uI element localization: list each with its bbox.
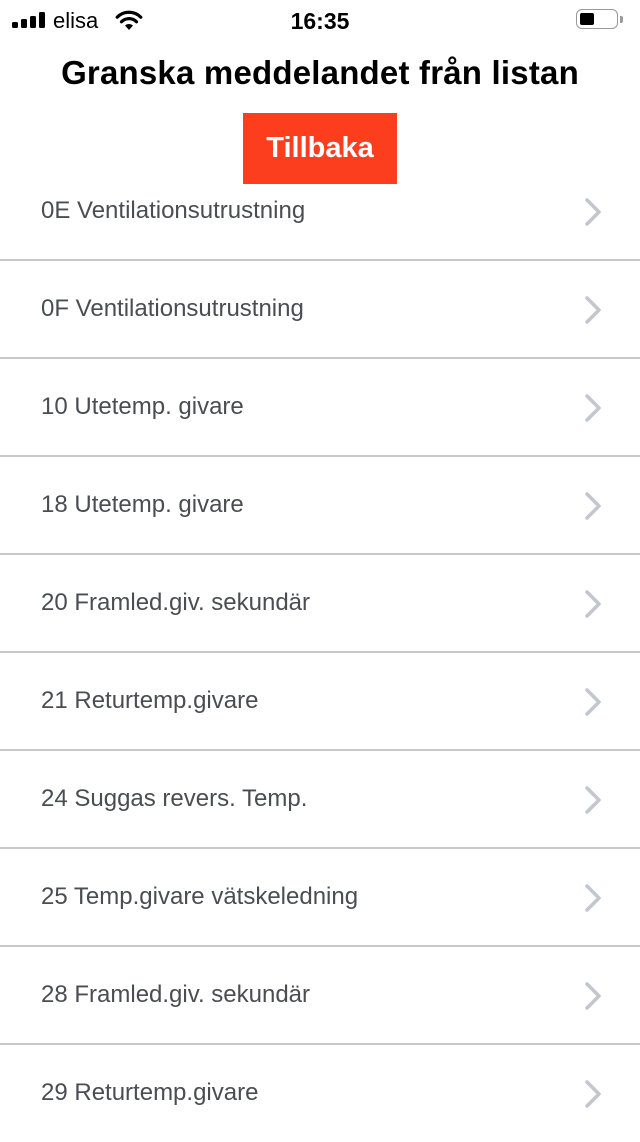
page-title: Granska meddelandet från listan [61,54,579,91]
status-bar: elisa 16:35 [0,0,640,40]
list-item-label: 28 Framled.giv. sekundär [41,981,311,1008]
list-item[interactable]: 21 Returtemp.givare [0,651,640,750]
list-item-label: 0F Ventilationsutrustning [41,295,304,322]
list-item-label: 20 Framled.giv. sekundär [41,589,311,616]
message-list: 0E Ventilationsutrustning 0F Ventilations… [0,162,640,1142]
list-item-label: 21 Returtemp.givare [41,687,259,714]
list-item-label: 0E Ventilationsutrustning [41,197,306,224]
chevron-right-icon [585,590,601,618]
list-item[interactable]: 29 Returtemp.givare [0,1043,640,1142]
list-item-label: 25 Temp.givare vätskeledning [41,883,359,910]
chevron-right-icon [585,786,601,814]
chevron-right-icon [585,492,601,520]
list-item[interactable]: 25 Temp.givare vätskeledning [0,847,640,946]
chevron-right-icon [585,198,601,226]
battery-icon [576,9,624,31]
chevron-right-icon [585,1080,601,1108]
chevron-right-icon [585,394,601,422]
list-item[interactable]: 10 Utetemp. givare [0,357,640,456]
chevron-right-icon [585,688,601,716]
list-item-label: 10 Utetemp. givare [41,393,244,420]
list-item[interactable]: 20 Framled.giv. sekundär [0,553,640,652]
list-item-label: 24 Suggas revers. Temp. [41,785,308,812]
list-item[interactable]: 0E Ventilationsutrustning [0,162,640,260]
list-item[interactable]: 24 Suggas revers. Temp. [0,749,640,848]
list-item[interactable]: 0F Ventilationsutrustning [0,259,640,358]
chevron-right-icon [585,296,601,324]
chevron-right-icon [585,982,601,1010]
status-time: 16:35 [290,8,350,34]
list-item-label: 29 Returtemp.givare [41,1079,259,1106]
list-item[interactable]: 18 Utetemp. givare [0,455,640,554]
chevron-right-icon [585,884,601,912]
battery-level-fill [580,13,594,25]
list-item[interactable]: 28 Framled.giv. sekundär [0,945,640,1044]
list-item-label: 18 Utetemp. givare [41,491,244,518]
